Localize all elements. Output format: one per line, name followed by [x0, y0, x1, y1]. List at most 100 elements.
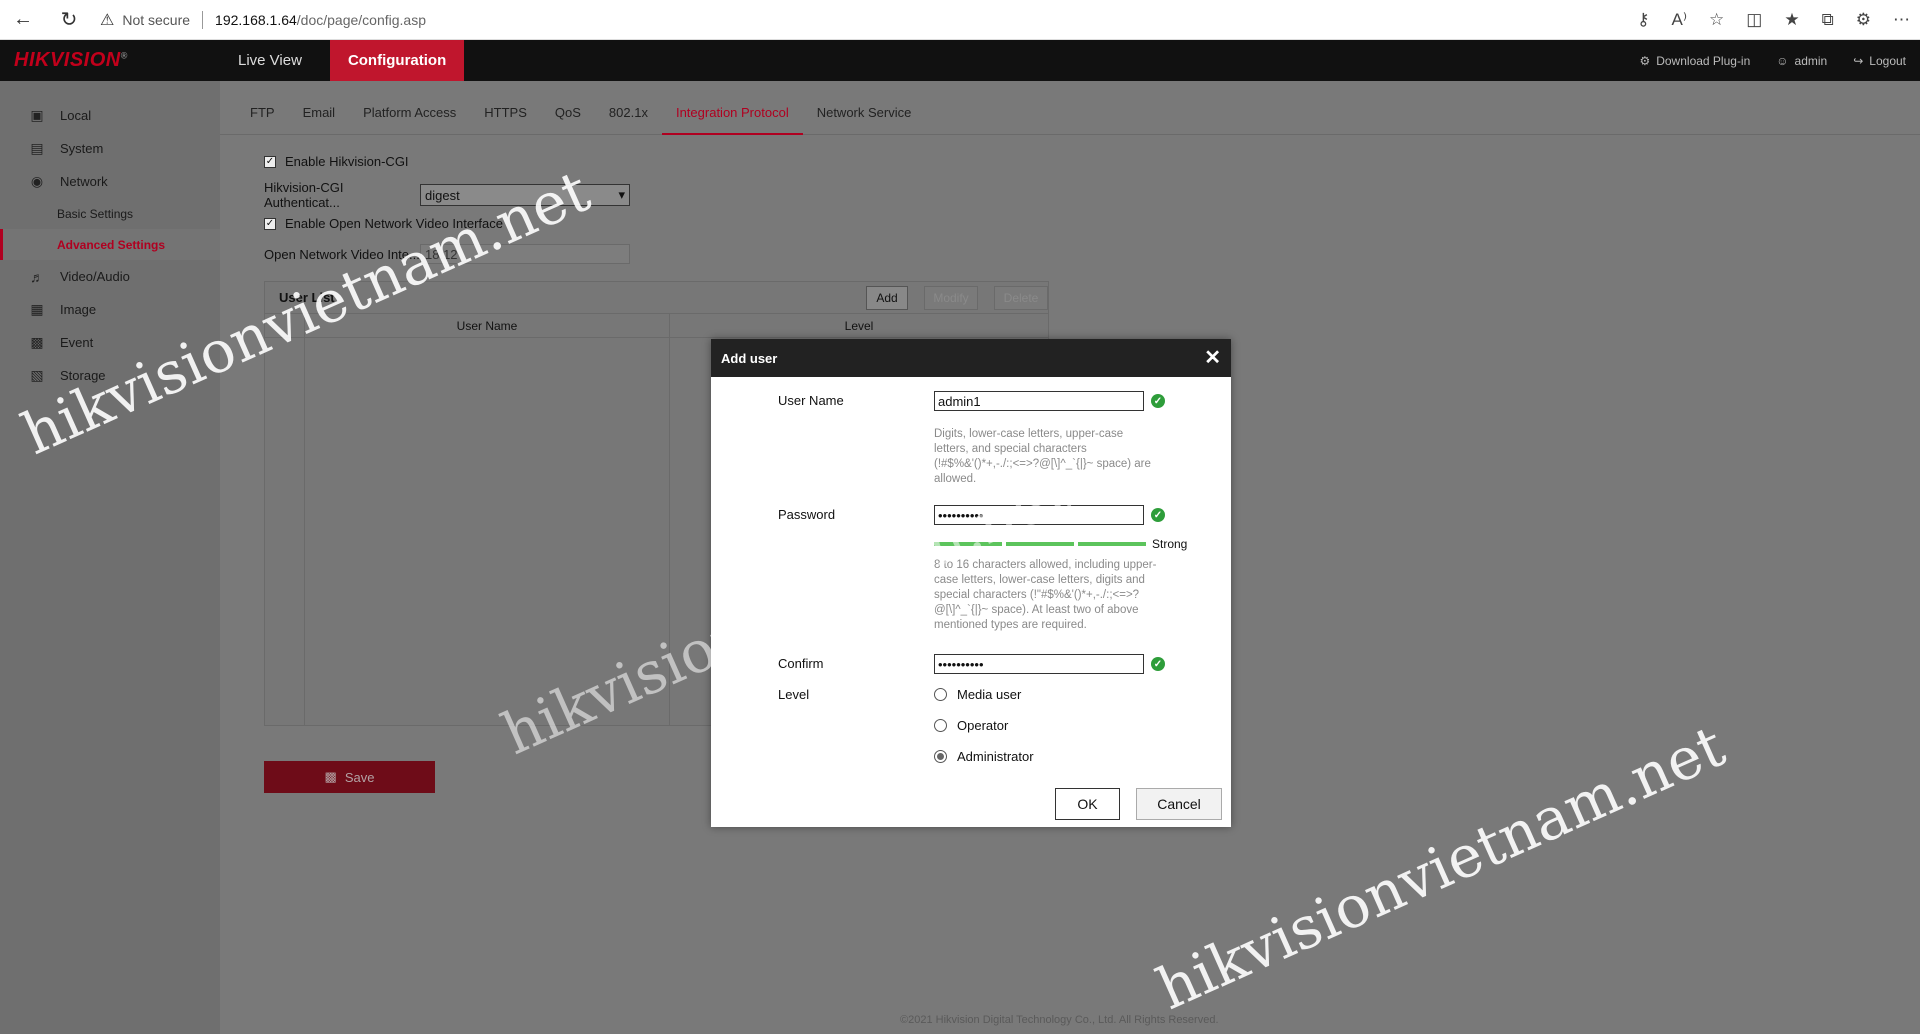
enable-cgi-label: Enable Hikvision-CGI [285, 154, 409, 169]
level-option-operator[interactable]: Operator [934, 718, 1008, 733]
sidebar-item-local[interactable]: ▣ Local [0, 99, 220, 132]
tab-bar: FTP Email Platform Access HTTPS QoS 802.… [220, 97, 1920, 135]
check-icon: ✓ [1151, 394, 1165, 408]
enable-onvif-row: ✓ Enable Open Network Video Interface [264, 216, 503, 231]
sidebar-item-video-audio[interactable]: ♬ Video/Audio [0, 260, 220, 293]
back-icon[interactable]: ← [0, 0, 46, 40]
user-name-input[interactable]: admin1 [934, 391, 1144, 411]
ok-button[interactable]: OK [1055, 788, 1120, 820]
nav-live-view[interactable]: Live View [220, 40, 320, 81]
system-icon: ▤ [30, 140, 44, 156]
check-icon: ✓ [1151, 508, 1165, 522]
confirm-label: Confirm [778, 656, 824, 671]
sidebar-item-storage[interactable]: ▧ Storage [0, 359, 220, 392]
modify-user-button[interactable]: Modify [924, 286, 978, 310]
tab-network-service[interactable]: Network Service [803, 97, 926, 135]
radio-button-selected[interactable] [934, 750, 947, 763]
globe-icon: ◉ [30, 173, 44, 189]
address-separator [202, 10, 204, 29]
nav-configuration[interactable]: Configuration [329, 40, 465, 81]
download-plugin-link[interactable]: ⚙ Download Plug-in [1639, 54, 1750, 68]
level-column: Level [844, 318, 874, 333]
hikvision-logo: HIKVISION® [14, 49, 128, 71]
dialog-title: Add user [721, 350, 778, 366]
cgi-auth-label: Hikvision-CGI Authenticat... [264, 180, 344, 210]
logout-link[interactable]: ↪ Logout [1853, 54, 1906, 68]
app-header: HIKVISION® Live View Configuration ⚙ Down… [0, 40, 1920, 81]
dialog-header: Add user ✕ [711, 339, 1231, 377]
floppy-icon: ▩ [324, 769, 337, 784]
logout-icon: ↪ [1853, 53, 1864, 68]
sidebar: ▣ Local ▤ System ◉ Network Basic Settings A… [0, 81, 220, 1034]
sidebar-sub-basic-settings[interactable]: Basic Settings [0, 198, 220, 229]
extensions-icon[interactable]: ⚙ [1856, 10, 1871, 30]
tab-email[interactable]: Email [289, 97, 350, 135]
sidebar-item-label: Storage [60, 368, 106, 383]
sidebar-item-label: System [60, 141, 104, 156]
user-name-label: User Name [778, 393, 844, 408]
enable-cgi-row: ✓ Enable Hikvision-CGI [264, 154, 409, 169]
check-icon: ✓ [1151, 657, 1165, 671]
user-name: admin [1794, 53, 1828, 68]
strength-bar [934, 542, 1002, 546]
password-input[interactable]: •••••••••• [934, 505, 1144, 525]
sidebar-item-event[interactable]: ▩ Event [0, 326, 220, 359]
close-icon[interactable]: ✕ [1204, 345, 1221, 370]
logo-text: HIKVISION [14, 49, 121, 71]
enable-onvif-checkbox[interactable]: ✓ [264, 217, 276, 230]
read-aloud-icon[interactable]: A⁾ [1672, 10, 1688, 30]
copyright: ©2021 Hikvision Digital Technology Co., … [900, 1014, 1219, 1026]
favorite-star-icon[interactable]: ☆ [1709, 10, 1724, 30]
user-icon: ☺ [1776, 53, 1789, 68]
level-option-label: Operator [957, 718, 1009, 733]
user-menu[interactable]: ☺ admin [1776, 54, 1827, 68]
header-actions: ⚙ Download Plug-in ☺ admin ↪ Logout [1639, 40, 1906, 81]
enable-cgi-checkbox[interactable]: ✓ [264, 155, 276, 168]
reload-icon[interactable]: ↻ [46, 0, 92, 40]
enable-onvif-label: Enable Open Network Video Interface [285, 216, 504, 231]
split-screen-icon[interactable]: ◫ [1746, 10, 1762, 30]
tab-8021x[interactable]: 802.1x [595, 97, 662, 135]
level-option-media-user[interactable]: Media user [934, 687, 1021, 702]
sidebar-item-image[interactable]: ▦ Image [0, 293, 220, 326]
tab-ftp[interactable]: FTP [236, 97, 289, 135]
key-icon[interactable]: ⚷ [1637, 10, 1649, 30]
confirm-input[interactable]: •••••••••• [934, 654, 1144, 674]
sidebar-item-label: Local [60, 108, 92, 123]
favorites-icon[interactable]: ★ [1784, 10, 1799, 30]
tab-https[interactable]: HTTPS [470, 97, 541, 135]
radio-button[interactable] [934, 688, 947, 701]
index-cells [265, 338, 305, 725]
index-column [265, 314, 305, 337]
sidebar-item-network[interactable]: ◉ Network [0, 165, 220, 198]
password-strength-meter: Strong [934, 537, 1187, 551]
level-option-label: Administrator [957, 749, 1034, 764]
radio-button[interactable] [934, 719, 947, 732]
cancel-button[interactable]: Cancel [1136, 788, 1222, 820]
cgi-auth-row: Hikvision-CGI Authenticat... digest ▾ [264, 180, 630, 210]
user-list-columns: User Name Level [265, 314, 1048, 338]
tab-integration-protocol[interactable]: Integration Protocol [661, 97, 803, 135]
storage-icon: ▧ [30, 367, 44, 383]
tab-platform-access[interactable]: Platform Access [349, 97, 470, 135]
browser-toolbar: ← ↻ ⚠ Not secure 192.168.1.64/doc/page/c… [0, 0, 1920, 40]
tab-qos[interactable]: QoS [541, 97, 595, 135]
sidebar-sub-advanced-settings[interactable]: Advanced Settings [0, 229, 220, 260]
onvif-version-row: Open Network Video Inte... 18.12 [264, 244, 630, 264]
save-button[interactable]: ▩ Save [264, 761, 435, 793]
user-name-column: User Name [305, 314, 670, 337]
add-user-button[interactable]: Add [866, 286, 908, 310]
more-icon[interactable]: ⋯ [1893, 10, 1910, 30]
not-secure-label: Not secure [122, 11, 191, 28]
cgi-auth-select[interactable]: digest ▾ [420, 184, 630, 206]
delete-user-button[interactable]: Delete [994, 286, 1048, 310]
address-bar[interactable]: ⚠ Not secure 192.168.1.64/doc/page/confi… [100, 10, 426, 30]
url-path: /doc/page/config.asp [296, 11, 427, 28]
strength-label: Strong [1152, 537, 1188, 551]
radio-dot [937, 753, 944, 760]
sidebar-item-system[interactable]: ▤ System [0, 132, 220, 165]
user-list-title: User List [279, 290, 335, 305]
collections-icon[interactable]: ⧉ [1822, 10, 1834, 30]
level-option-administrator[interactable]: Administrator [934, 749, 1034, 764]
sidebar-item-label: Network [60, 174, 108, 189]
